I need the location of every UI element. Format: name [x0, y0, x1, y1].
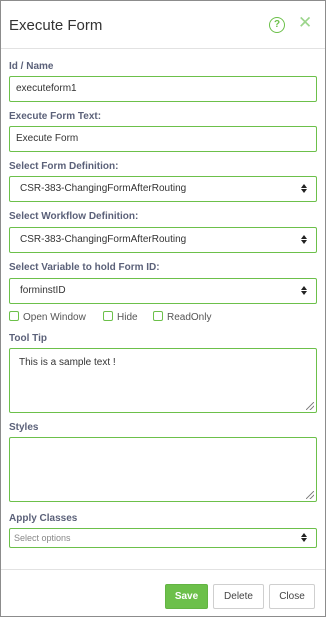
apply-classes-placeholder: Select options: [14, 533, 71, 543]
checkbox-box-icon: [103, 311, 113, 321]
readonly-checkbox[interactable]: ReadOnly: [153, 311, 211, 324]
workflow-definition-label: Select Workflow Definition:: [9, 211, 139, 222]
select-caret-icon: [301, 533, 307, 543]
save-button[interactable]: Save: [165, 584, 208, 609]
tooltip-textarea[interactable]: This is a sample text !: [9, 348, 317, 413]
select-caret-icon: [301, 235, 307, 245]
execute-form-text-value: Execute Form: [16, 133, 79, 144]
open-window-label: Open Window: [23, 312, 86, 323]
help-icon[interactable]: ?: [269, 17, 285, 33]
execute-form-text-input[interactable]: Execute Form: [9, 126, 317, 152]
dialog-footer: Save Delete Close: [1, 569, 325, 616]
workflow-definition-value: CSR-383-ChangingFormAfterRouting: [20, 234, 187, 245]
resize-grip-icon[interactable]: [306, 491, 314, 499]
execute-form-text-label: Execute Form Text:: [9, 111, 102, 122]
form-definition-label: Select Form Definition:: [9, 161, 119, 172]
hide-label: Hide: [117, 312, 138, 323]
variable-label: Select Variable to hold Form ID:: [9, 262, 160, 273]
open-window-checkbox[interactable]: Open Window: [9, 311, 86, 324]
resize-grip-icon[interactable]: [306, 402, 314, 410]
delete-button[interactable]: Delete: [213, 584, 264, 609]
checkbox-box-icon: [9, 311, 19, 321]
form-definition-select[interactable]: CSR-383-ChangingFormAfterRouting: [9, 176, 317, 202]
variable-value: forminstID: [20, 285, 66, 296]
dialog-title: Execute Form: [9, 17, 103, 34]
dialog-header: Execute Form ? ✕: [1, 1, 325, 49]
styles-label: Styles: [9, 422, 39, 433]
tooltip-value: This is a sample text !: [19, 357, 116, 368]
hide-checkbox[interactable]: Hide: [103, 311, 138, 324]
styles-textarea[interactable]: [9, 437, 317, 502]
select-caret-icon: [301, 286, 307, 296]
form-definition-value: CSR-383-ChangingFormAfterRouting: [20, 183, 187, 194]
apply-classes-label: Apply Classes: [9, 513, 78, 524]
workflow-definition-select[interactable]: CSR-383-ChangingFormAfterRouting: [9, 227, 317, 253]
id-name-label: Id / Name: [9, 61, 54, 72]
variable-select[interactable]: forminstID: [9, 278, 317, 304]
execute-form-dialog: Execute Form ? ✕ Id / Name executeform1 …: [0, 0, 326, 617]
close-icon[interactable]: ✕: [298, 13, 312, 33]
readonly-label: ReadOnly: [167, 312, 212, 323]
close-button[interactable]: Close: [269, 584, 315, 609]
checkbox-box-icon: [153, 311, 163, 321]
select-caret-icon: [301, 184, 307, 194]
id-name-value: executeform1: [16, 83, 77, 94]
id-name-input[interactable]: executeform1: [9, 76, 317, 102]
tooltip-label: Tool Tip: [9, 333, 47, 344]
apply-classes-select[interactable]: Select options: [9, 528, 317, 548]
